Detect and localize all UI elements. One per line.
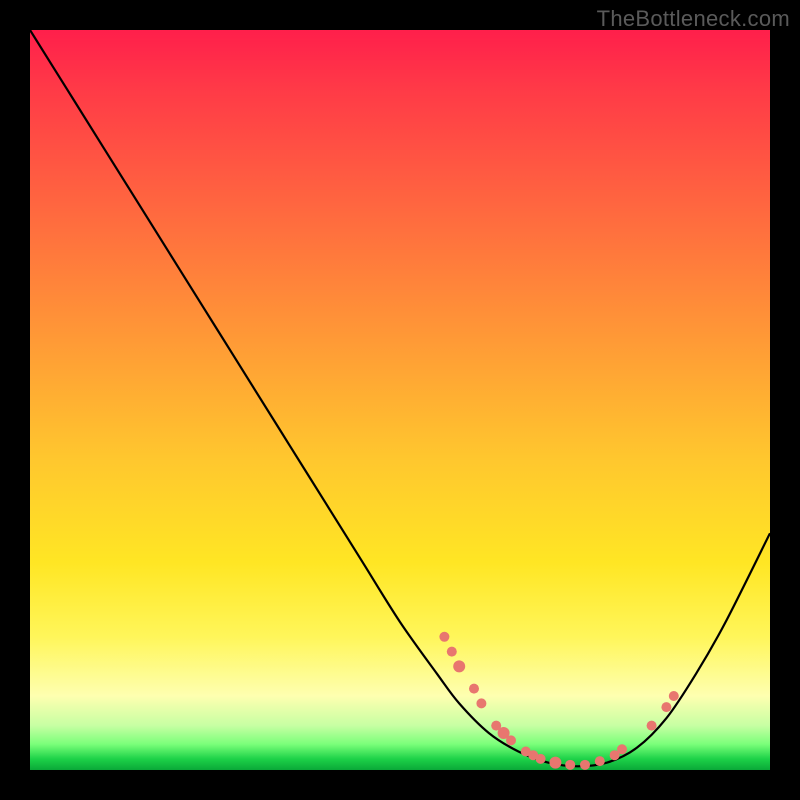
curve-marker (669, 691, 679, 701)
curve-marker (447, 647, 457, 657)
curve-markers (439, 632, 678, 770)
curve-marker (439, 632, 449, 642)
bottleneck-curve (30, 30, 770, 766)
plot-area (30, 30, 770, 770)
curve-marker (476, 698, 486, 708)
bottleneck-curve-svg (30, 30, 770, 770)
curve-marker (661, 702, 671, 712)
curve-marker (580, 760, 590, 770)
chart-frame: TheBottleneck.com (0, 0, 800, 800)
curve-marker (469, 684, 479, 694)
curve-marker (549, 757, 561, 769)
curve-marker (595, 756, 605, 766)
curve-marker (647, 721, 657, 731)
curve-marker (536, 754, 546, 764)
curve-marker (506, 735, 516, 745)
attribution-label: TheBottleneck.com (597, 6, 790, 32)
curve-marker (565, 760, 575, 770)
curve-marker (453, 660, 465, 672)
curve-marker (617, 744, 627, 754)
